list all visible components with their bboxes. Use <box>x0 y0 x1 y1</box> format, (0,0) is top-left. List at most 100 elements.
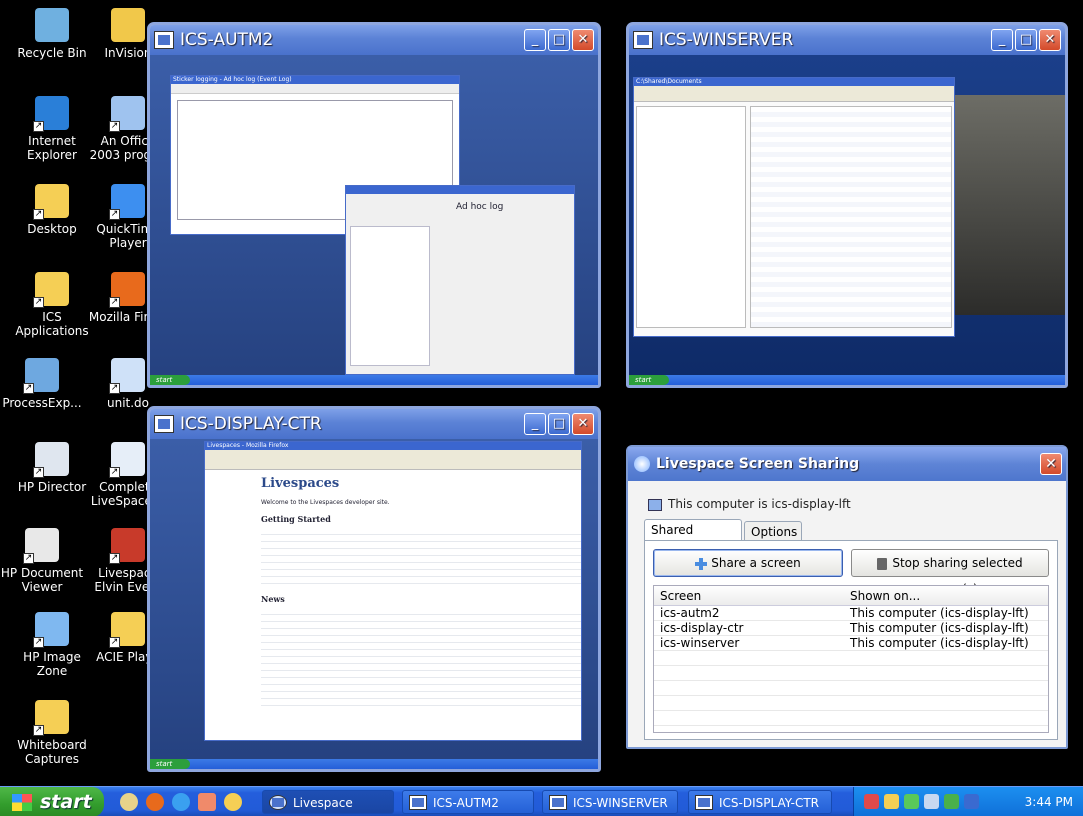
remote-page-subheading: News <box>261 594 285 604</box>
trash-icon <box>877 557 888 570</box>
desktop-icon-ics-applications[interactable]: ↗ ICS Applications <box>10 272 94 338</box>
remote-desktop-view[interactable]: Livespaces - Mozilla Firefox Livespaces … <box>150 439 598 769</box>
desktop-icon-internet-explorer[interactable]: ↗ Internet Explorer <box>10 96 94 162</box>
cell-shown-on: This computer (ics-display-lft) <box>850 636 1029 650</box>
quicklaunch-window-icon[interactable] <box>198 793 216 811</box>
firefox-icon: ↗ <box>109 272 145 308</box>
remote-adhoc-dialog[interactable]: Ad hoc log <box>345 185 575 375</box>
desktop-icon-hp-director[interactable]: ↗ HP Director <box>10 442 94 494</box>
table-header: Screen Shown on... <box>654 586 1048 606</box>
clock[interactable]: 3:44 PM <box>1025 787 1073 816</box>
share-button-label: Share a screen <box>711 556 801 570</box>
desktop-icon: ↗ <box>33 184 69 220</box>
taskbar-button-ics-winserver[interactable]: ICS-WINSERVER <box>542 790 678 814</box>
app-icon <box>154 31 174 49</box>
titlebar[interactable]: Livespace Screen Sharing ✕ <box>628 447 1066 481</box>
remote-desktop-view[interactable]: C:\Shared\Documents start <box>629 55 1065 385</box>
window-ics-autm2[interactable]: ICS-AUTM2 _ □ ✕ Sticker logging - Ad hoc… <box>147 22 601 388</box>
titlebar[interactable]: ICS-WINSERVER _ □ ✕ <box>629 25 1065 55</box>
app-icon <box>633 31 653 49</box>
livespace-screen-sharing-window[interactable]: Livespace Screen Sharing ✕ This computer… <box>626 445 1068 749</box>
close-button[interactable]: ✕ <box>572 413 594 435</box>
computer-icon <box>648 498 662 511</box>
remote-page-subheading: Getting Started <box>261 514 331 524</box>
taskbar-button-ics-display-ctr[interactable]: ICS-DISPLAY-CTR <box>688 790 832 814</box>
computer-label-text: This computer is ics-display-lft <box>668 497 851 511</box>
tab-shared-screens[interactable]: Shared Screens <box>644 519 742 557</box>
tray-messenger-icon[interactable] <box>944 794 959 809</box>
hp-document-viewer-icon: ↗ <box>23 528 59 564</box>
close-button[interactable]: ✕ <box>1039 29 1061 51</box>
tray-network-icon[interactable] <box>864 794 879 809</box>
taskbar-button-label: ICS-WINSERVER <box>573 796 668 810</box>
livespace-icon <box>269 795 287 810</box>
tray-update-icon[interactable] <box>904 794 919 809</box>
remote-taskbar: start <box>150 375 598 385</box>
desktop-icon-label: ICS Applications <box>15 310 89 338</box>
maximize-button[interactable]: □ <box>1015 29 1037 51</box>
column-header-shown-on[interactable]: Shown on... <box>844 586 920 606</box>
column-header-screen[interactable]: Screen <box>654 586 701 606</box>
desktop-icon-hp-document-viewer[interactable]: ↗ HP Document Viewer <box>0 528 84 594</box>
window-title: ICS-DISPLAY-CTR <box>180 414 322 434</box>
table-row[interactable]: ics-display-ctr This computer (ics-displa… <box>654 621 1048 636</box>
remote-firefox-window[interactable]: Livespaces - Mozilla Firefox Livespaces … <box>204 441 582 741</box>
app-icon <box>409 795 427 810</box>
cell-screen: ics-autm2 <box>660 606 720 620</box>
desktop-icon-processexp[interactable]: ↗ ProcessExp... <box>0 358 84 410</box>
table-row[interactable]: ics-autm2 This computer (ics-display-lft) <box>654 606 1048 621</box>
tray-volume-icon[interactable] <box>924 794 939 809</box>
close-button[interactable]: ✕ <box>1040 453 1062 475</box>
internet-explorer-icon: ↗ <box>33 96 69 132</box>
minimize-button[interactable]: _ <box>524 413 546 435</box>
close-button[interactable]: ✕ <box>572 29 594 51</box>
shared-screens-table[interactable]: Screen Shown on... ics-autm2 This compute… <box>653 585 1049 733</box>
minimize-button[interactable]: _ <box>991 29 1013 51</box>
table-row[interactable]: ics-winserver This computer (ics-display-… <box>654 636 1048 651</box>
cell-screen: ics-winserver <box>660 636 740 650</box>
desktop-icon-whiteboard-captures[interactable]: ↗ Whiteboard Captures <box>10 700 94 766</box>
invision-icon <box>111 8 145 42</box>
cell-shown-on: This computer (ics-display-lft) <box>850 606 1029 620</box>
remote-browser-title: Livespaces - Mozilla Firefox <box>205 442 581 450</box>
computer-label: This computer is ics-display-lft <box>648 497 851 511</box>
start-button[interactable]: start <box>0 787 104 816</box>
quicklaunch-firefox-icon[interactable] <box>146 793 164 811</box>
desktop-icon-hp-image-zone[interactable]: ↗ HP Image Zone <box>10 612 94 678</box>
window-title: ICS-AUTM2 <box>180 30 274 50</box>
recycle-bin-icon <box>35 8 69 42</box>
quicklaunch-ie-icon[interactable] <box>172 793 190 811</box>
quicklaunch-desktop-icon[interactable] <box>120 793 138 811</box>
tray-display-icon[interactable] <box>964 794 979 809</box>
taskbar-button-ics-autm2[interactable]: ICS-AUTM2 <box>402 790 534 814</box>
maximize-button[interactable]: □ <box>548 413 570 435</box>
remote-explorer-window[interactable]: C:\Shared\Documents <box>633 77 955 337</box>
desktop-icon-label: HP Image Zone <box>23 650 81 678</box>
cell-screen: ics-display-ctr <box>660 621 744 635</box>
tab-options[interactable]: Options <box>744 521 802 541</box>
minimize-button[interactable]: _ <box>524 29 546 51</box>
cell-shown-on: This computer (ics-display-lft) <box>850 621 1029 635</box>
stop-sharing-button[interactable]: Stop sharing selected screen(s) <box>851 549 1049 596</box>
share-screen-button[interactable]: Share a screen <box>653 549 843 577</box>
maximize-button[interactable]: □ <box>548 29 570 51</box>
hp-image-zone-icon: ↗ <box>33 612 69 648</box>
livespace-icon <box>634 456 650 472</box>
desktop-icon-label: HP Document Viewer <box>0 566 84 594</box>
window-ics-display-ctr[interactable]: ICS-DISPLAY-CTR _ □ ✕ Livespaces - Mozil… <box>147 406 601 772</box>
hp-director-icon: ↗ <box>33 442 69 478</box>
processexp-icon: ↗ <box>23 358 59 394</box>
office-2003-icon: ↗ <box>109 96 145 132</box>
taskbar-button-livespace[interactable]: Livespace Scree... <box>262 790 394 814</box>
window-ics-winserver[interactable]: ICS-WINSERVER _ □ ✕ C:\Shared\Documents … <box>626 22 1068 388</box>
titlebar[interactable]: ICS-AUTM2 _ □ ✕ <box>150 25 598 55</box>
desktop-icon-recycle-bin[interactable]: Recycle Bin <box>10 8 94 60</box>
tray-security-icon[interactable] <box>884 794 899 809</box>
quicklaunch-app-icon[interactable] <box>224 793 242 811</box>
titlebar[interactable]: ICS-DISPLAY-CTR _ □ ✕ <box>150 409 598 439</box>
complete-livespace-icon: ↗ <box>109 442 145 478</box>
taskbar-button-label: ICS-DISPLAY-CTR <box>719 796 820 810</box>
desktop-icon-desktop[interactable]: ↗ Desktop <box>10 184 94 236</box>
remote-desktop-view[interactable]: Sticker logging - Ad hoc log (Event Log)… <box>150 55 598 385</box>
quicktime-icon: ↗ <box>109 184 145 220</box>
